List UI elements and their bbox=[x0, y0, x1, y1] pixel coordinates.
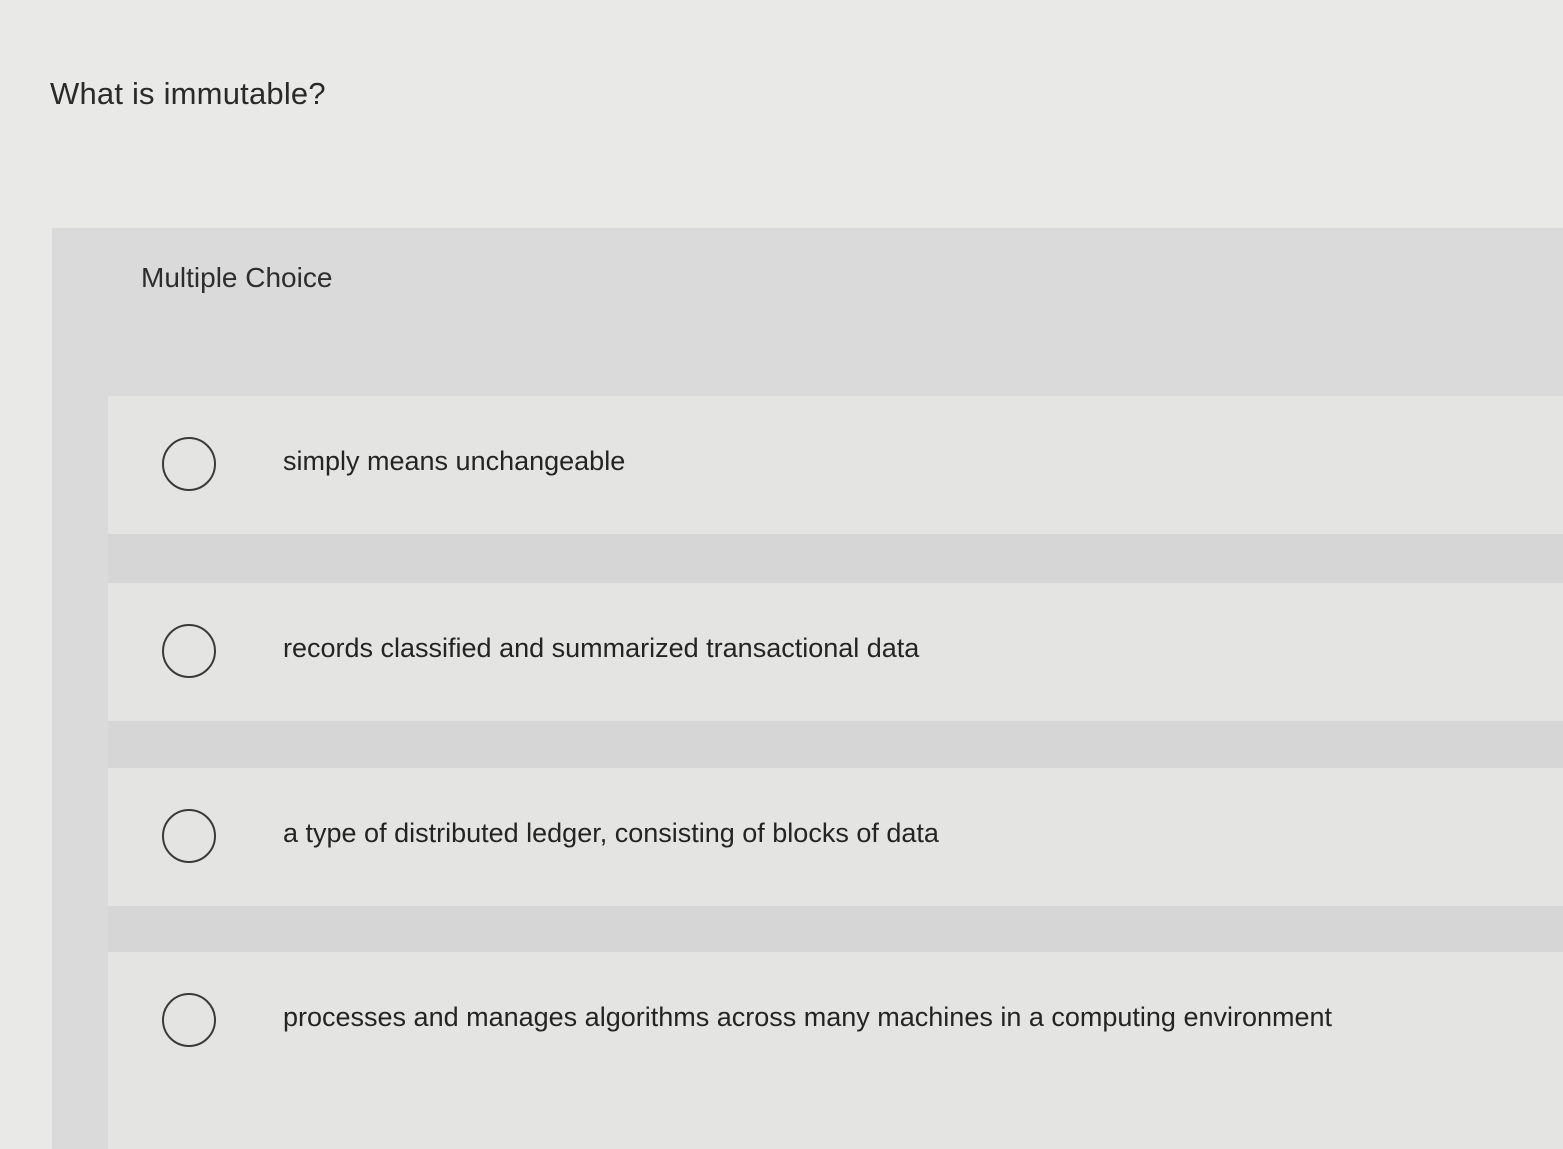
answer-option-label[interactable]: a type of distributed ledger, consisting… bbox=[283, 818, 939, 849]
answer-option-label[interactable]: records classified and summarized transa… bbox=[283, 633, 919, 664]
answer-option-1[interactable]: simply means unchangeable bbox=[108, 396, 1563, 534]
radio-button-icon[interactable] bbox=[162, 437, 216, 491]
radio-button-icon[interactable] bbox=[162, 809, 216, 863]
answer-option-label[interactable]: simply means unchangeable bbox=[283, 446, 625, 477]
answer-option-2[interactable]: records classified and summarized transa… bbox=[108, 583, 1563, 721]
answer-option-3[interactable]: a type of distributed ledger, consisting… bbox=[108, 768, 1563, 906]
question-type-label: Multiple Choice bbox=[141, 262, 333, 293]
answer-options-list: simply means unchangeable records classi… bbox=[108, 396, 1563, 1149]
question-text: What is immutable? bbox=[50, 76, 326, 111]
answer-option-4[interactable]: processes and manages algorithms across … bbox=[108, 952, 1563, 1149]
radio-button-icon[interactable] bbox=[162, 624, 216, 678]
answer-option-label[interactable]: processes and manages algorithms across … bbox=[283, 1002, 1332, 1033]
radio-button-icon[interactable] bbox=[162, 993, 216, 1047]
multiple-choice-panel: Multiple Choice simply means unchangeabl… bbox=[52, 228, 1563, 1149]
